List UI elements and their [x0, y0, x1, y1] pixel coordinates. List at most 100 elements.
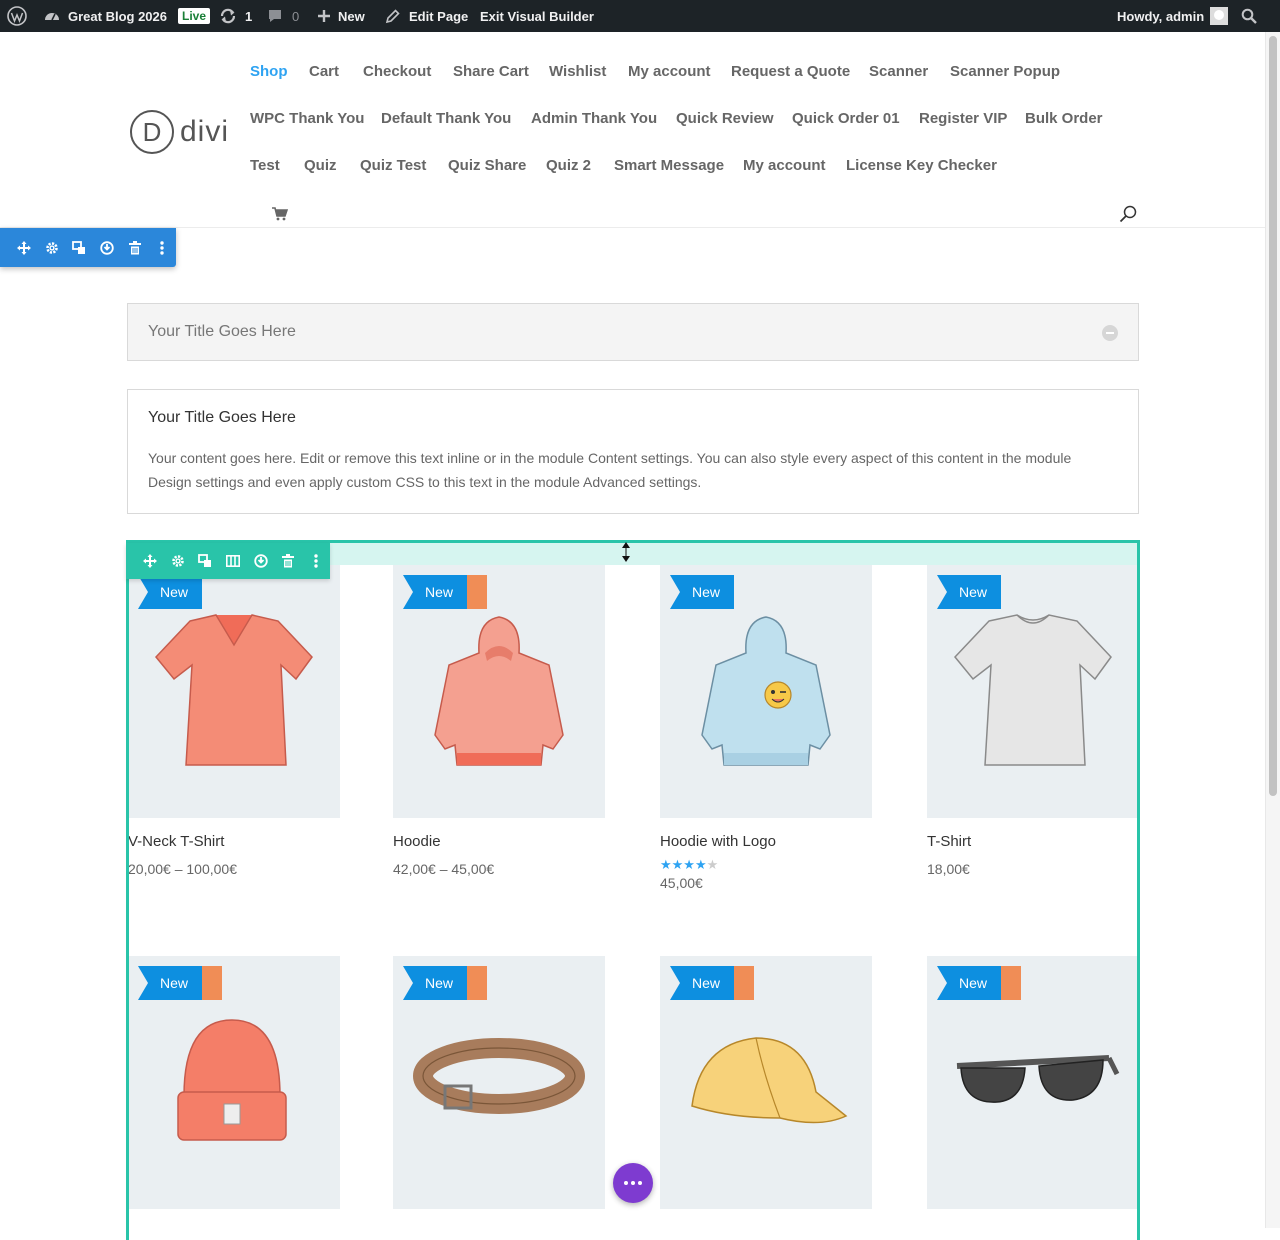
new-label: New: [338, 8, 365, 24]
more-options-icon[interactable]: [148, 234, 176, 262]
new-content-link[interactable]: New: [317, 0, 365, 32]
product-image[interactable]: New: [660, 565, 872, 818]
nav-item-share-cart[interactable]: Share Cart: [453, 63, 529, 80]
text-module-content: Your content goes here. Edit or remove t…: [148, 450, 1072, 490]
move-icon[interactable]: [136, 547, 164, 575]
nav-item-request-a-quote[interactable]: Request a Quote: [731, 63, 850, 80]
scrollbar-thumb[interactable]: [1269, 36, 1277, 796]
product-card[interactable]: New: [129, 956, 340, 1224]
new-badge: New: [937, 575, 1002, 609]
star-rating: ★★★★★: [660, 857, 719, 872]
product-card[interactable]: New T-Shirt 18,00€: [927, 565, 1137, 877]
product-image[interactable]: New: [129, 956, 340, 1209]
edit-page-link[interactable]: Edit Page: [385, 0, 468, 32]
text-module: Your Title Goes Here Your content goes h…: [127, 389, 1139, 514]
product-card[interactable]: New: [660, 956, 872, 1224]
updates-link[interactable]: 1: [219, 0, 252, 32]
more-options-icon[interactable]: [302, 547, 330, 575]
admin-search-icon[interactable]: [1241, 0, 1257, 32]
nav-item-license-key-checker[interactable]: License Key Checker: [846, 157, 997, 174]
product-title[interactable]: Hoodie: [393, 833, 605, 850]
my-account-link[interactable]: Howdy, admin: [1117, 0, 1229, 32]
product-card[interactable]: New V-Neck T-Shirt 20,00€ – 100,00€: [128, 565, 340, 877]
nav-item-quiz-2[interactable]: Quiz 2: [546, 157, 591, 174]
duplicate-icon[interactable]: [191, 547, 219, 575]
product-title[interactable]: V-Neck T-Shirt: [129, 833, 340, 850]
row-settings-toolbar: [126, 543, 330, 579]
product-price: 20,00€ – 100,00€: [128, 861, 237, 877]
nav-item-bulk-order[interactable]: Bulk Order: [1025, 110, 1103, 127]
product-card[interactable]: New Hoodie 42,00€ – 45,00€: [393, 565, 605, 877]
nav-item-quick-order-01[interactable]: Quick Order 01: [792, 110, 900, 127]
product-card[interactable]: New Hoodie with Logo ★★★★★ 45,00€: [660, 565, 872, 891]
new-badge: New: [670, 575, 735, 609]
nav-item-quiz[interactable]: Quiz: [304, 157, 337, 174]
gear-icon[interactable]: [164, 547, 192, 575]
dashboard-icon: [44, 8, 60, 24]
product-image[interactable]: New: [393, 956, 605, 1209]
toggle-module[interactable]: Your Title Goes Here: [127, 303, 1139, 361]
product-price: 45,00€: [660, 875, 703, 891]
nav-item-smart-message[interactable]: Smart Message: [614, 157, 724, 174]
refresh-icon: [219, 7, 237, 25]
product-title[interactable]: T-Shirt: [927, 833, 1137, 850]
product-image[interactable]: New: [129, 565, 340, 818]
nav-item-cart[interactable]: Cart: [309, 63, 339, 80]
move-icon[interactable]: [10, 234, 38, 262]
nav-item-test[interactable]: Test: [250, 157, 280, 174]
site-header: D divi: [0, 32, 1265, 228]
nav-item-wpc-thank-you[interactable]: WPC Thank You: [250, 110, 364, 127]
save-to-library-icon[interactable]: [93, 234, 121, 262]
row-resize-handle-icon[interactable]: [620, 541, 632, 563]
save-to-library-icon[interactable]: [247, 547, 275, 575]
columns-icon[interactable]: [219, 547, 247, 575]
logo-mark: D: [130, 110, 174, 154]
product-title[interactable]: Hoodie with Logo: [660, 833, 872, 850]
nav-item-quick-review[interactable]: Quick Review: [676, 110, 774, 127]
product-image[interactable]: New: [393, 565, 605, 818]
site-logo[interactable]: D divi: [130, 110, 229, 154]
toggle-title: Your Title Goes Here: [148, 323, 296, 340]
trash-icon[interactable]: [275, 547, 303, 575]
exit-visual-builder-link[interactable]: Exit Visual Builder: [480, 0, 594, 32]
new-badge: New: [138, 966, 223, 1000]
product-card[interactable]: New: [393, 956, 605, 1224]
nav-item-my-account-2[interactable]: My account: [743, 157, 826, 174]
nav-item-default-thank-you[interactable]: Default Thank You: [381, 110, 511, 127]
builder-settings-button[interactable]: [613, 1163, 653, 1203]
sale-badge: [467, 966, 488, 1000]
product-image[interactable]: New: [927, 565, 1137, 818]
wordpress-logo-icon[interactable]: [7, 0, 27, 32]
gear-icon[interactable]: [38, 234, 66, 262]
ellipsis-icon: [624, 1181, 642, 1185]
sale-badge: [734, 966, 755, 1000]
nav-item-quiz-share[interactable]: Quiz Share: [448, 157, 526, 174]
comment-icon: [267, 8, 283, 24]
nav-item-admin-thank-you[interactable]: Admin Thank You: [531, 110, 657, 127]
greeting-label: Howdy, admin: [1117, 8, 1205, 24]
sale-badge: [202, 966, 223, 1000]
nav-item-wishlist[interactable]: Wishlist: [549, 63, 606, 80]
site-name-link[interactable]: Great Blog 2026: [44, 0, 167, 32]
product-image[interactable]: New: [927, 956, 1137, 1209]
trash-icon[interactable]: [121, 234, 149, 262]
toggle-open-icon[interactable]: [1102, 325, 1118, 341]
edit-page-label: Edit Page: [409, 8, 469, 24]
product-image[interactable]: New: [660, 956, 872, 1209]
page-scrollbar[interactable]: [1265, 32, 1280, 1228]
nav-item-register-vip[interactable]: Register VIP: [919, 110, 1007, 127]
nav-item-checkout[interactable]: Checkout: [363, 63, 431, 80]
nav-item-quiz-test[interactable]: Quiz Test: [360, 157, 426, 174]
nav-item-my-account[interactable]: My account: [628, 63, 711, 80]
product-card[interactable]: New: [927, 956, 1137, 1224]
new-badge: New: [138, 575, 203, 609]
nav-item-shop[interactable]: Shop: [250, 63, 288, 80]
cart-icon[interactable]: [272, 207, 289, 226]
nav-item-scanner-popup[interactable]: Scanner Popup: [950, 63, 1060, 80]
duplicate-icon[interactable]: [65, 234, 93, 262]
search-icon[interactable]: [1119, 205, 1137, 228]
nav-item-scanner[interactable]: Scanner: [869, 63, 928, 80]
comments-link[interactable]: 0: [267, 0, 299, 32]
avatar: [1210, 7, 1229, 25]
text-module-title: Your Title Goes Here: [148, 409, 296, 426]
